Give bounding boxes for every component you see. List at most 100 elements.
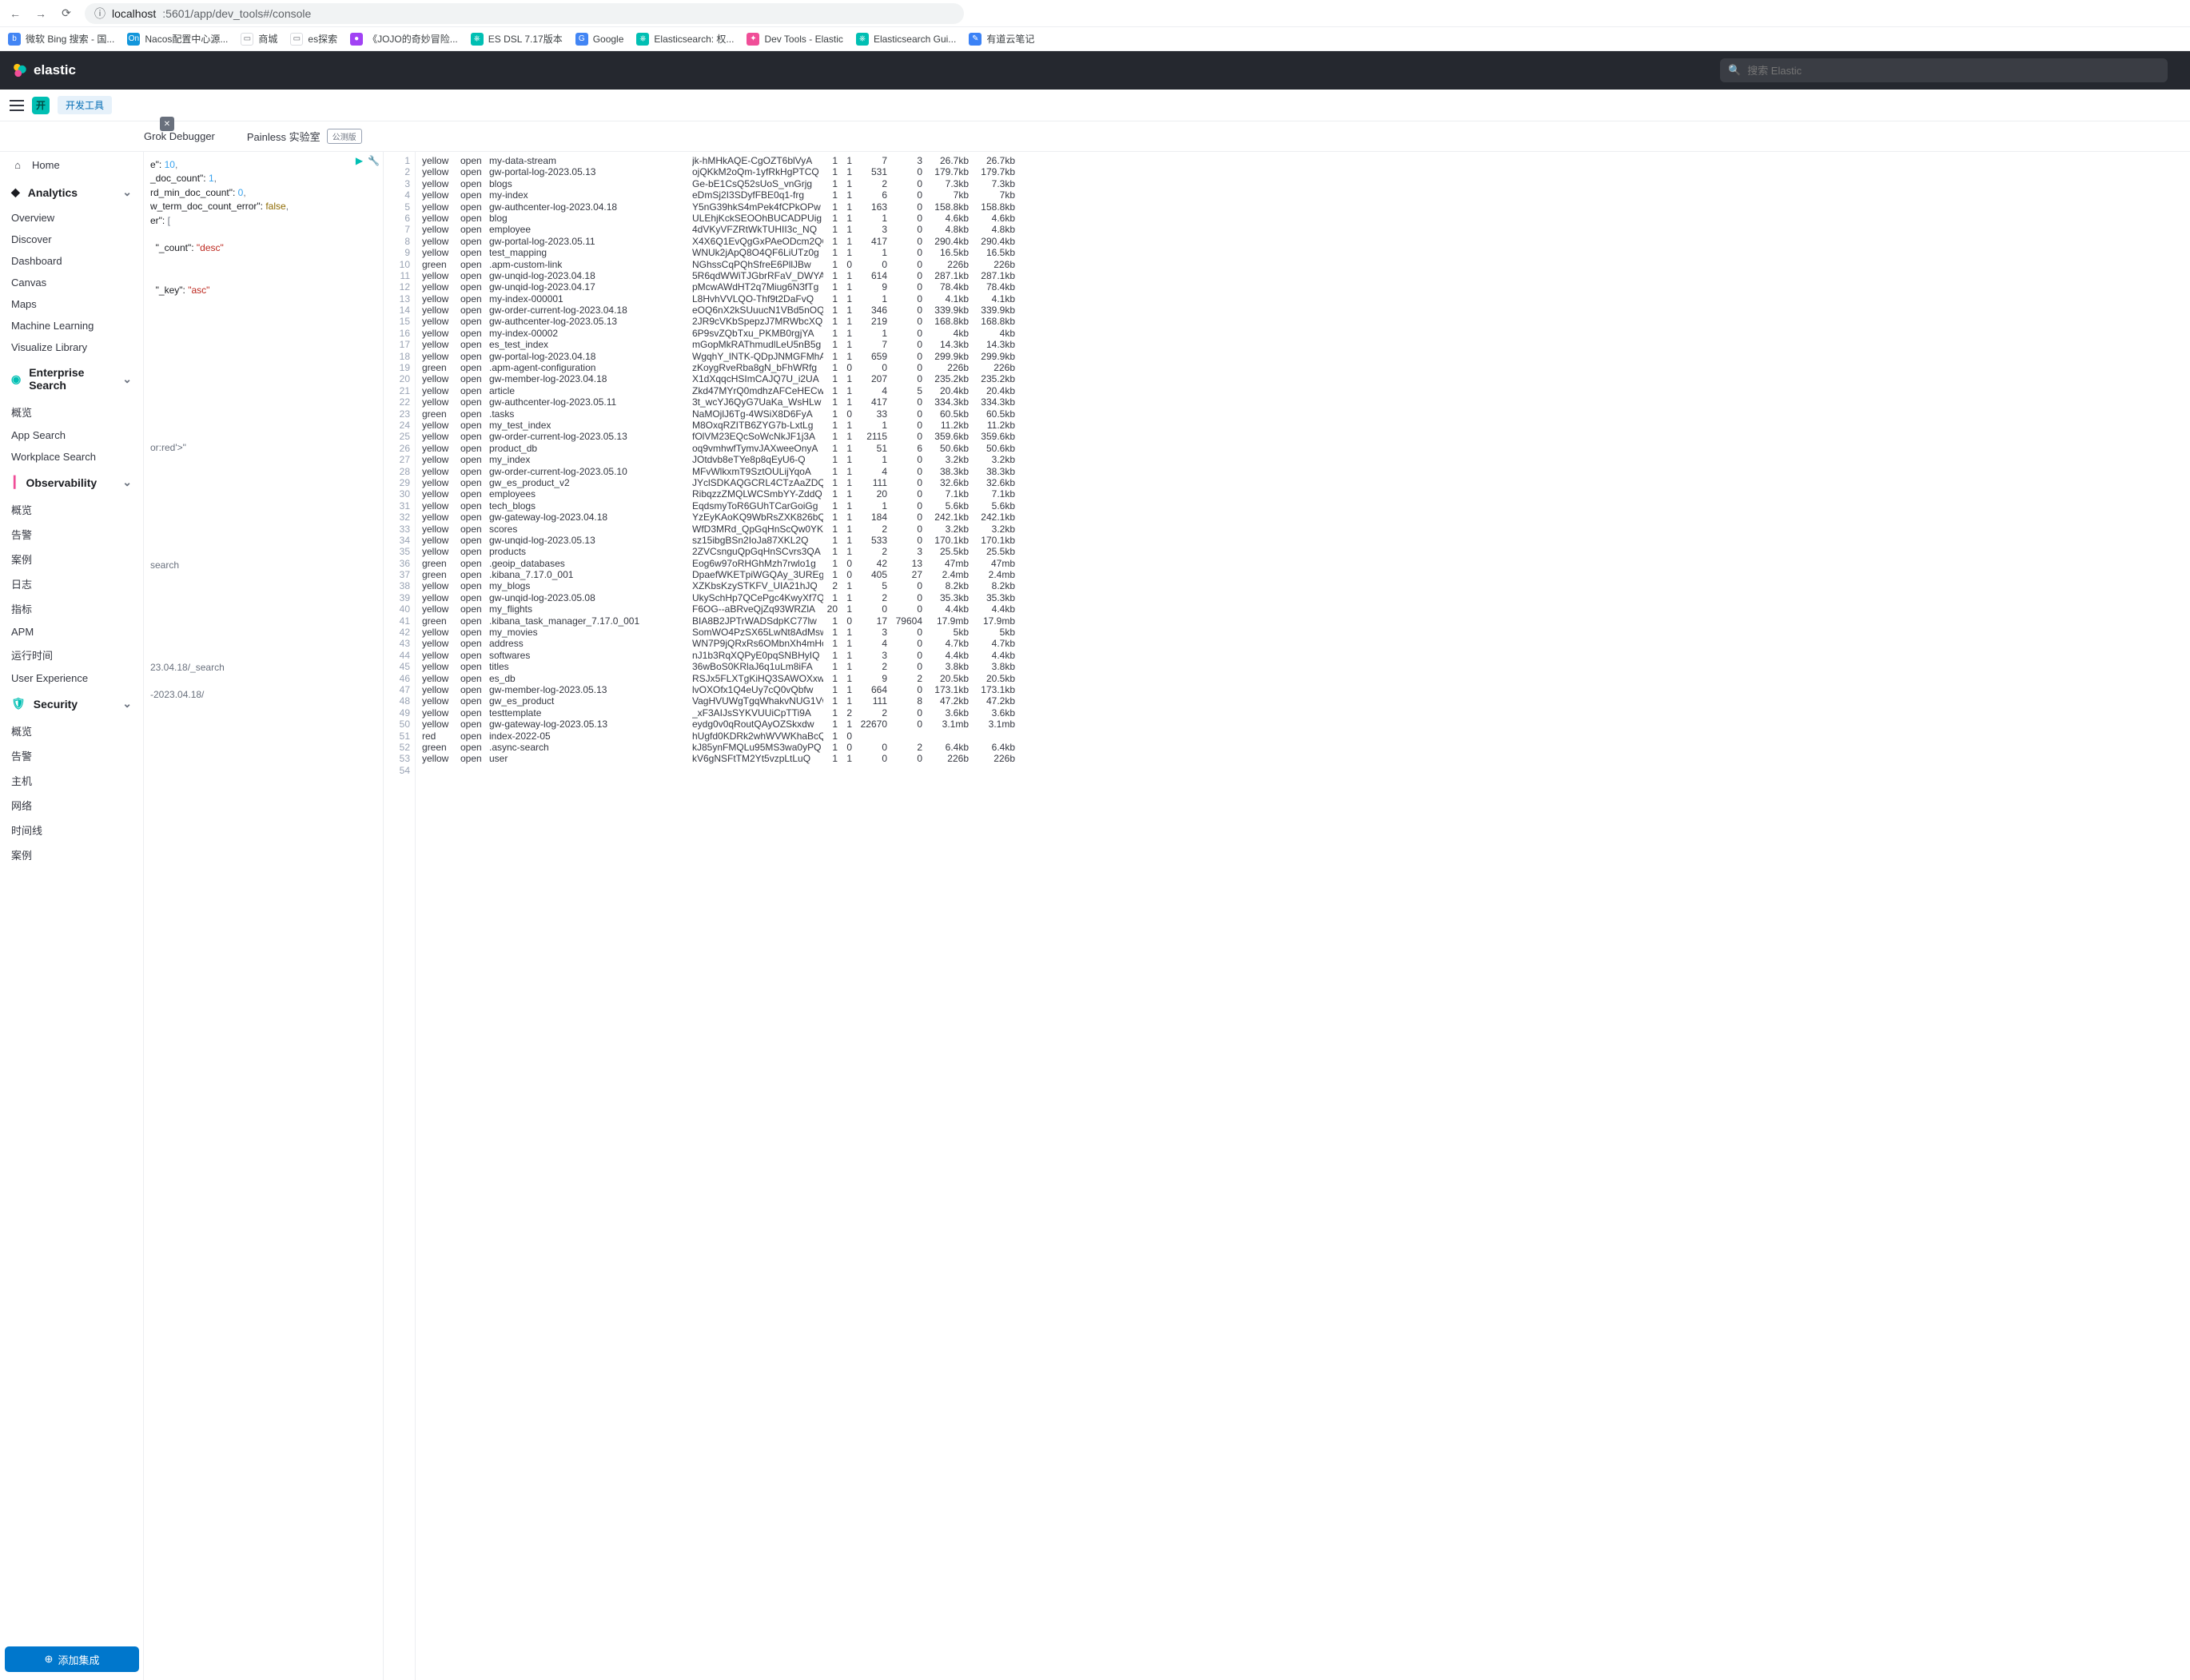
index-row: yellowopenemployeesRibqzzZMQLWCSmbYY-Zdd… — [422, 488, 2184, 500]
nav-item[interactable]: Discover — [0, 229, 143, 250]
nav-item[interactable]: App Search — [0, 424, 143, 446]
index-row: yellowopenmy_blogsXZKbsKzySTKFV_UIA21hJQ… — [422, 580, 2184, 591]
nav-item[interactable]: 概览 — [0, 719, 143, 743]
bookmark-label: Elasticsearch Gui... — [874, 34, 956, 45]
favicon: ⎈ — [471, 33, 484, 46]
request-editor[interactable]: ▶ 🔧 e": 10, _doc_count": 1, rd_min_doc_c… — [144, 152, 384, 1680]
nav-item[interactable]: 运行时间 — [0, 643, 143, 667]
bookmark-item[interactable]: ▭商城 — [241, 32, 277, 46]
index-row: yellowopengw-portal-log-2023.05.11X4X6Q1… — [422, 236, 2184, 247]
bookmark-item[interactable]: ⎈Elasticsearch Gui... — [856, 33, 956, 46]
favicon: G — [575, 33, 588, 46]
nav-item[interactable]: 日志 — [0, 571, 143, 596]
index-row: greenopen.geoip_databasesEog6w97oRHGhMzh… — [422, 558, 2184, 569]
nav-item[interactable]: 告警 — [0, 743, 143, 768]
nav-section-observability[interactable]: ┃ Observability⌄ — [0, 468, 143, 497]
nav-item[interactable]: 案例 — [0, 842, 143, 867]
index-row: greenopen.kibana_task_manager_7.17.0_001… — [422, 615, 2184, 627]
nav-item[interactable]: 指标 — [0, 596, 143, 621]
bookmark-item[interactable]: ✦Dev Tools - Elastic — [747, 33, 842, 46]
nav-item[interactable]: User Experience — [0, 667, 143, 689]
search-icon: 🔍 — [1728, 64, 1741, 77]
nav-home[interactable]: ⌂ Home — [0, 152, 143, 177]
nav-item[interactable]: Machine Learning — [0, 315, 143, 336]
global-search[interactable]: 🔍 — [1720, 58, 2168, 82]
reload-button[interactable]: ⟳ — [59, 6, 74, 21]
side-navigation: ⌂ Home ◆ Analytics⌄ OverviewDiscoverDash… — [0, 152, 144, 1680]
index-row: yellowopengw-order-current-log-2023.04.1… — [422, 305, 2184, 316]
tab-painless[interactable]: Painless 实验室 公测版 — [247, 121, 362, 151]
bookmark-item[interactable]: ⎈ ES DSL 7.17版本 — [471, 32, 563, 46]
nav-item[interactable]: Workplace Search — [0, 446, 143, 468]
app-header: elastic 🔍 — [0, 51, 2190, 90]
nav-item[interactable]: 网络 — [0, 793, 143, 818]
elastic-logo[interactable]: elastic — [11, 62, 76, 78]
menu-toggle[interactable] — [10, 100, 24, 111]
index-row: yellowopenscoresWfD3MRd_QpGqHnScQw0YKQQ1… — [422, 524, 2184, 535]
nav-item[interactable]: 概览 — [0, 400, 143, 424]
bookmark-item[interactable]: ⎈Elasticsearch: 权... — [636, 32, 734, 46]
plus-icon: ⊕ — [45, 1653, 54, 1666]
nav-item[interactable]: 主机 — [0, 768, 143, 793]
favicon: ✦ — [747, 33, 759, 46]
nav-item[interactable]: Maps — [0, 293, 143, 315]
index-row: greenopen.apm-custom-linkNGhssCqPQhSfreE… — [422, 259, 2184, 270]
index-row: yellowopenuserkV6gNSFtTM2Yt5vzpLtLuQ1100… — [422, 753, 2184, 764]
bookmark-item[interactable]: OnNacos配置中心源... — [127, 32, 228, 46]
browser-toolbar: ← → ⟳ ⓘ localhost:5601/app/dev_tools#/co… — [0, 0, 2190, 27]
index-row: yellowopengw-order-current-log-2023.05.1… — [422, 431, 2184, 442]
bookmark-item[interactable]: ✎有道云笔记 — [969, 32, 1034, 46]
index-row: greenopen.tasksNaMOjlJ6Tg-4WSiX8D6FyA103… — [422, 408, 2184, 420]
index-row: yellowopenmy-index-000026P9svZQbTxu_PKMB… — [422, 328, 2184, 339]
nav-item[interactable]: Overview — [0, 207, 143, 229]
bookmark-label: Elasticsearch: 权... — [654, 32, 734, 46]
nav-item[interactable]: 案例 — [0, 547, 143, 571]
forward-button[interactable]: → — [34, 6, 48, 21]
index-row: yellowopengw_es_product_v2JYclSDKAQGCRL4… — [422, 477, 2184, 488]
url-bar[interactable]: ⓘ localhost:5601/app/dev_tools#/console — [85, 3, 964, 24]
index-row: yellowopengw-unqid-log-2023.05.08UkySchH… — [422, 592, 2184, 603]
index-row: yellowopengw-member-log-2023.04.18X1dXqq… — [422, 373, 2184, 384]
nav-section-security[interactable]: 🛡 Security⌄ — [0, 689, 143, 719]
bookmark-label: Google — [593, 34, 624, 45]
nav-item[interactable]: APM — [0, 621, 143, 643]
enterprise-icon: ◉ — [11, 372, 21, 386]
index-row: yellowopengw-portal-log-2023.05.13ojQKkM… — [422, 166, 2184, 177]
bookmark-label: ES DSL 7.17版本 — [488, 32, 563, 46]
nav-item[interactable]: 告警 — [0, 522, 143, 547]
observability-icon: ┃ — [11, 476, 18, 489]
nav-home-label: Home — [32, 159, 60, 171]
nav-item[interactable]: Visualize Library — [0, 336, 143, 358]
nav-item[interactable]: Dashboard — [0, 250, 143, 272]
bookmark-item[interactable]: ●《JOJO的奇妙冒险... — [350, 32, 458, 46]
nav-item[interactable]: 时间线 — [0, 818, 143, 842]
nav-section-enterprise[interactable]: ◉ Enterprise Search⌄ — [0, 358, 143, 400]
dev-tools-tabs: Grok Debugger Painless 实验室 公测版 — [0, 121, 2190, 152]
index-row: yellowopengw_es_productVagHVUWgTgqWhakvN… — [422, 695, 2184, 707]
back-button[interactable]: ← — [8, 6, 22, 21]
bookmark-item[interactable]: G Google — [575, 33, 624, 46]
bookmark-item[interactable]: ▭es探索 — [290, 32, 337, 46]
play-icon[interactable]: ▶ — [356, 155, 363, 166]
chevron-down-icon: ⌄ — [122, 697, 132, 711]
response-pane[interactable]: 1234567891011121314151617181920212223242… — [384, 152, 2190, 1680]
nav-section-analytics[interactable]: ◆ Analytics⌄ — [0, 177, 143, 207]
nav-item[interactable]: 概览 — [0, 497, 143, 522]
wrench-icon[interactable]: 🔧 — [368, 155, 380, 166]
index-row: yellowopengw-authcenter-log-2023.05.132J… — [422, 316, 2184, 327]
nav-item[interactable]: Canvas — [0, 272, 143, 293]
bookmark-label: Nacos配置中心源... — [145, 32, 228, 46]
info-icon: ⓘ — [94, 6, 106, 22]
index-row: yellowopentesttemplate_xF3AIJsSYKVUUiCpT… — [422, 707, 2184, 719]
add-integration-button[interactable]: ⊕ 添加集成 — [5, 1646, 139, 1672]
search-input[interactable] — [1747, 65, 2160, 77]
breadcrumb-devtools[interactable]: 开发工具 — [58, 96, 112, 114]
index-row: yellowopenemployee4dVKyVFZRtWkTUHII3c_NQ… — [422, 224, 2184, 235]
line-gutter: 1234567891011121314151617181920212223242… — [384, 152, 416, 1680]
index-row: yellowopenproduct_dboq9vmhwfTymvJAXweeOn… — [422, 443, 2184, 454]
bookmarks-bar: b微软 Bing 搜索 - 国... OnNacos配置中心源... ▭商城 ▭es探… — [0, 27, 2190, 51]
tab-grok-debugger[interactable]: Grok Debugger — [144, 121, 215, 151]
bookmark-item[interactable]: b微软 Bing 搜索 - 国... — [8, 32, 114, 46]
add-integration-label: 添加集成 — [58, 1652, 99, 1667]
index-row: yellowopenmy_moviesSomWO4PzSX65LwNt8AdMs… — [422, 627, 2184, 638]
